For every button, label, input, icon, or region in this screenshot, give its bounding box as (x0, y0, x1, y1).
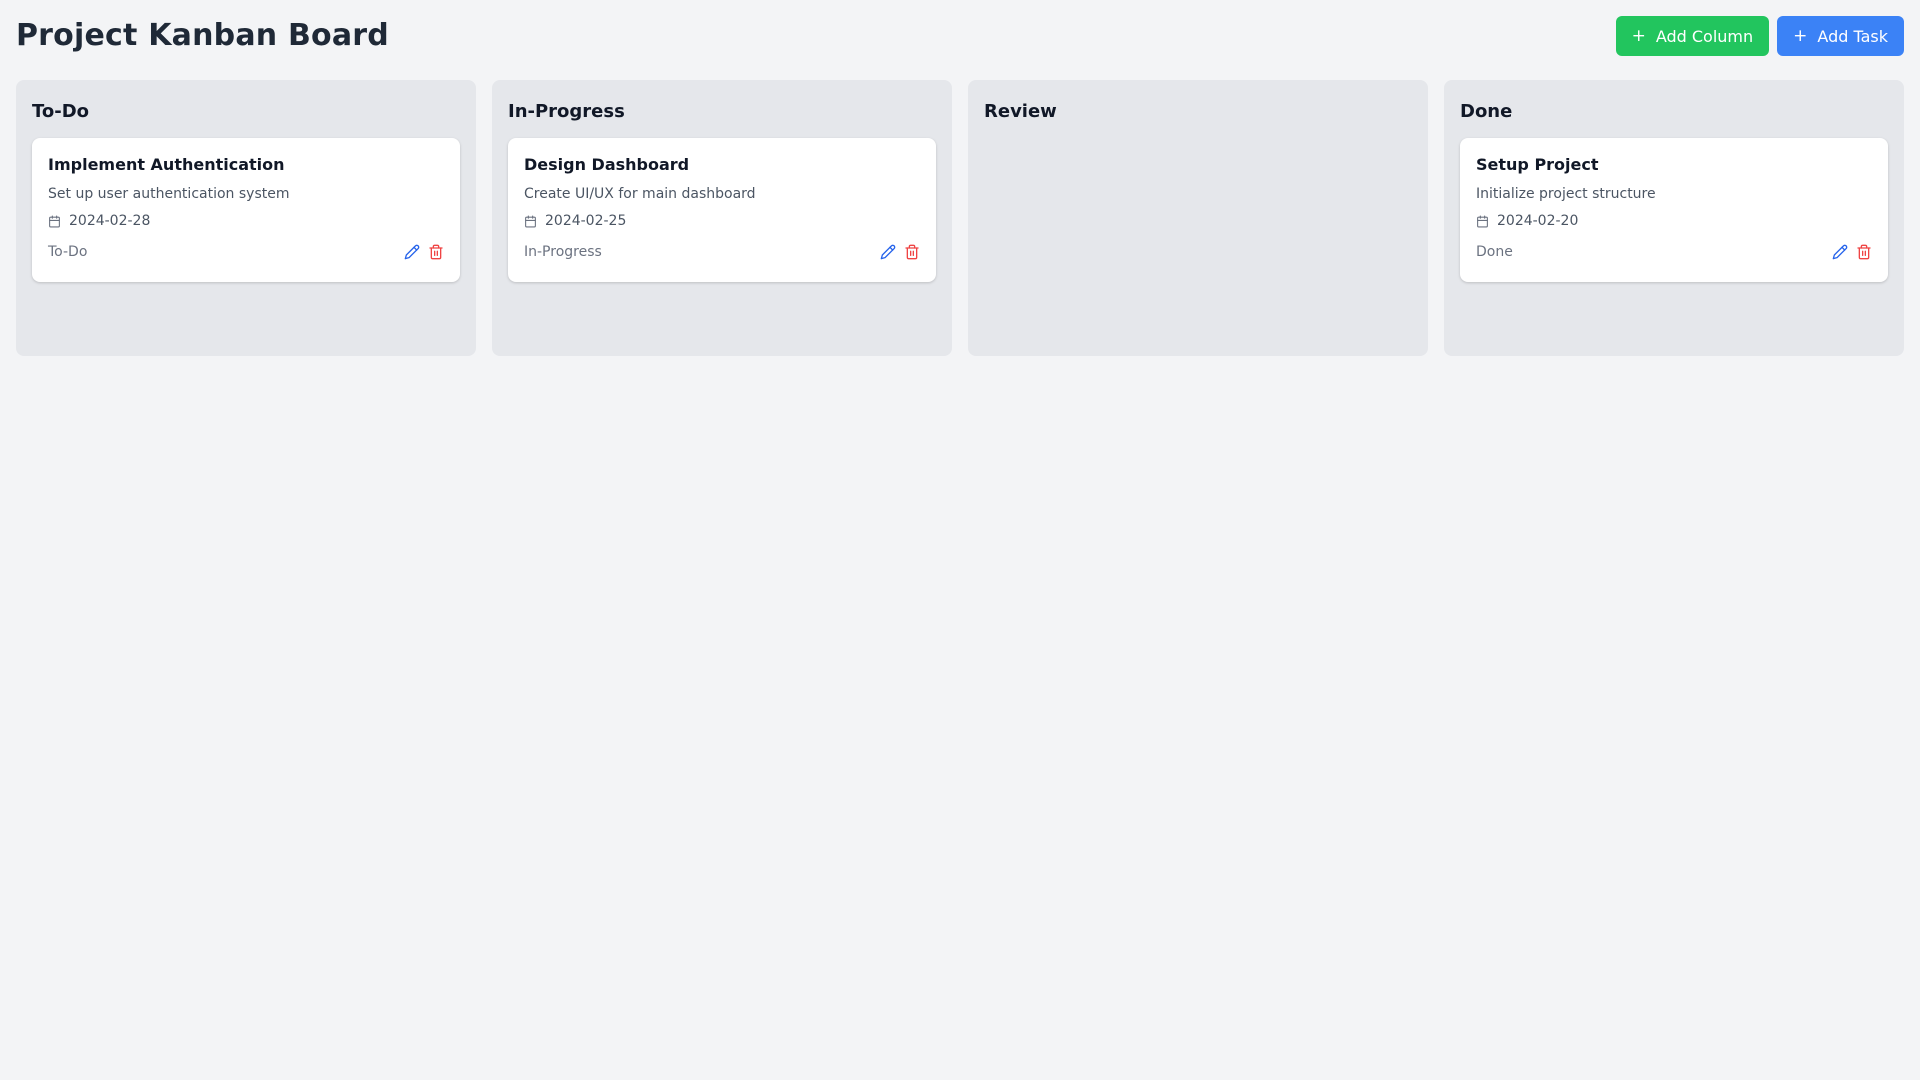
edit-task-button[interactable] (1832, 244, 1848, 260)
delete-task-button[interactable] (904, 244, 920, 260)
card-due-date: 2024-02-25 (524, 212, 920, 230)
card-status: Done (1476, 244, 1513, 260)
column-title: To-Do (32, 101, 90, 122)
card-description: Initialize project structure (1476, 186, 1656, 202)
column-todo: To-Do Implement Authentication Set up us… (16, 80, 476, 356)
card-description: Set up user authentication system (48, 186, 290, 202)
edit-task-button[interactable] (880, 244, 896, 260)
card-footer: Done (1476, 242, 1872, 262)
card-actions (1832, 244, 1872, 260)
card-title: Implement Authentication (48, 155, 285, 174)
trash-icon (904, 244, 920, 260)
add-column-label: Add Column (1655, 26, 1754, 46)
pencil-icon (404, 244, 420, 260)
card-title: Design Dashboard (524, 155, 690, 174)
card-status: In-Progress (524, 244, 602, 260)
delete-task-button[interactable] (428, 244, 444, 260)
card-status: To-Do (48, 244, 88, 260)
column-review: Review (968, 80, 1428, 356)
column-title: Done (1460, 101, 1513, 122)
card-title: Setup Project (1476, 155, 1599, 174)
kanban-page: Project Kanban Board + Add Column + Add … (0, 0, 1920, 1080)
column-title: Review (984, 101, 1057, 122)
column-title: In-Progress (508, 101, 625, 122)
calendar-icon (524, 215, 537, 228)
trash-icon (428, 244, 444, 260)
card-due-date: 2024-02-28 (48, 212, 444, 230)
plus-icon: + (1631, 25, 1646, 46)
header: Project Kanban Board + Add Column + Add … (16, 16, 1904, 56)
task-card[interactable]: Implement Authentication Set up user aut… (32, 138, 460, 282)
trash-icon (1856, 244, 1872, 260)
card-footer: In-Progress (524, 242, 920, 262)
card-date-text: 2024-02-25 (545, 213, 627, 229)
delete-task-button[interactable] (1856, 244, 1872, 260)
card-actions (404, 244, 444, 260)
header-actions: + Add Column + Add Task (1615, 16, 1904, 56)
pencil-icon (880, 244, 896, 260)
task-card[interactable]: Setup Project Initialize project structu… (1460, 138, 1888, 282)
column-done: Done Setup Project Initialize project st… (1444, 80, 1904, 356)
card-date-text: 2024-02-28 (69, 213, 151, 229)
pencil-icon (1832, 244, 1848, 260)
calendar-icon (1476, 215, 1489, 228)
task-card[interactable]: Design Dashboard Create UI/UX for main d… (508, 138, 936, 282)
add-column-button[interactable]: + Add Column (1615, 16, 1770, 56)
card-due-date: 2024-02-20 (1476, 212, 1872, 230)
column-in-progress: In-Progress Design Dashboard Create UI/U… (492, 80, 952, 356)
calendar-icon (48, 215, 61, 228)
board: To-Do Implement Authentication Set up us… (16, 80, 1904, 356)
card-footer: To-Do (48, 242, 444, 262)
card-actions (880, 244, 920, 260)
plus-icon: + (1793, 25, 1808, 46)
add-task-button[interactable]: + Add Task (1777, 16, 1904, 56)
add-task-label: Add Task (1817, 26, 1888, 46)
page-title: Project Kanban Board (16, 18, 389, 53)
card-date-text: 2024-02-20 (1497, 213, 1579, 229)
edit-task-button[interactable] (404, 244, 420, 260)
card-description: Create UI/UX for main dashboard (524, 186, 756, 202)
